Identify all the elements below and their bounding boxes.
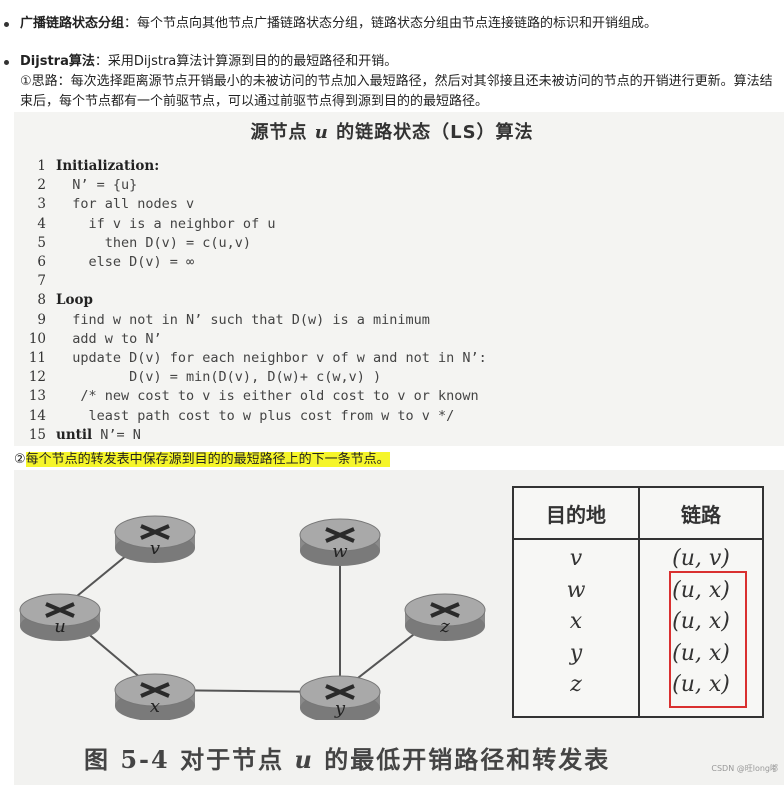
bullet-term: Dijstra算法 <box>20 54 95 69</box>
table-header-link: 链路 <box>638 486 764 540</box>
line-number: 3 <box>37 196 46 213</box>
code-line: 7 <box>22 273 56 292</box>
line-number: 12 <box>28 369 46 386</box>
bullet-dot <box>4 22 9 27</box>
figure-caption: 图 5-4 对于节点 u 的最低开销路径和转发表 <box>84 745 611 774</box>
code-text: least path cost to w plus cost from w to… <box>56 407 455 424</box>
highlighted-note: ②每个节点的转发表中保存源到目的的最短路径上的下一条节点。 <box>14 452 390 467</box>
code-text: if v is a neighbor of u <box>56 215 276 232</box>
code-line: 4 if v is a neighbor of u <box>22 216 275 235</box>
router-u-icon: u <box>19 593 101 641</box>
code-text: for all nodes v <box>56 196 195 213</box>
code-line: 3 for all nodes v <box>22 196 194 215</box>
line-number: 8 <box>37 292 46 309</box>
line-number: 1 <box>37 158 46 174</box>
line-number: 14 <box>28 407 46 424</box>
code-line: 14 least path cost to w plus cost from w… <box>22 408 454 427</box>
code-text: update D(v) for each neighbor v of w and… <box>56 350 487 366</box>
idea-line-2: 束后，每个节点都有一个前驱节点，可以通过前驱节点得到源到目的的最短路径。 <box>20 94 489 109</box>
router-v-icon: v <box>114 515 196 563</box>
router-label: z <box>439 616 450 637</box>
line-number: 13 <box>28 388 46 405</box>
table-cell-dest: v <box>569 546 583 571</box>
router-label: y <box>334 698 346 719</box>
code-line: 15 until N’= N <box>22 427 141 446</box>
code-line: 11 update D(v) for each neighbor v of w … <box>22 350 487 369</box>
line-number: 7 <box>37 273 46 290</box>
code-line: 9 find w not in N’ such that D(w) is a m… <box>22 311 430 331</box>
table-cell-dest: x <box>569 609 583 634</box>
code-text: else D(v) = ∞ <box>56 254 195 270</box>
idea-line-1: ①思路：每次选择距离源节点开销最小的未被访问的节点加入最短路径，然后对其邻接且还… <box>20 74 773 89</box>
bullet-text: ：每个节点向其他节点广播链路状态分组，链路状态分组由节点连接链路的标识和开销组成… <box>124 16 658 31</box>
code-keyword: until <box>56 426 93 443</box>
line-number: 9 <box>37 311 46 328</box>
router-w-icon: w <box>299 518 381 566</box>
code-keyword: Loop <box>56 292 93 309</box>
bullet-dot <box>4 60 9 65</box>
code-text: add w to N’ <box>56 330 162 347</box>
bullet-term: 广播链路状态分组 <box>20 16 125 31</box>
router-y-icon: y <box>299 675 381 720</box>
table-header-dest: 目的地 <box>512 486 640 540</box>
code-line: 13 /* new cost to v is either old cost t… <box>22 388 479 407</box>
code-line: 5 then D(v) = c(u,v) <box>22 235 251 254</box>
table-cell-dest: w <box>566 577 586 603</box>
line-number: 2 <box>37 177 46 194</box>
code-line: 10 add w to N’ <box>22 331 162 350</box>
line-number: 15 <box>28 426 46 443</box>
code-text: D(v) = min(D(v), D(w)+ c(w,v) ) <box>56 369 382 386</box>
table-cell-dest: z <box>570 672 582 697</box>
code-text: then D(v) = c(u,v) <box>56 234 252 251</box>
code-line: 8 Loop <box>22 292 93 311</box>
code-keyword: Initialization: <box>56 158 160 174</box>
router-label: x <box>150 696 160 717</box>
router-z-icon: z <box>404 593 486 641</box>
code-line: 1 Initialization: <box>22 158 159 177</box>
highlight-box <box>669 571 747 708</box>
algorithm-title: 源节点 u 的链路状态（LS）算法 <box>250 122 534 143</box>
line-number: 11 <box>28 350 46 366</box>
highlighted-text: 每个节点的转发表中保存源到目的的最短路径上的下一条节点。 <box>25 452 390 467</box>
line-number: 4 <box>37 215 46 232</box>
table-cell-dest: y <box>569 640 583 666</box>
code-text: find w not in N’ such that D(w) is a min… <box>56 311 430 328</box>
code-line: 2 N’ = {u} <box>22 177 137 196</box>
bullet-text: ：采用Dijstra算法计算源到目的的最短路径和开销。 <box>94 54 398 69</box>
code-line: 12 D(v) = min(D(v), D(w)+ c(w,v) ) <box>22 369 381 388</box>
csdn-watermark: CSDN @旺long嘟 <box>711 764 778 773</box>
code-text: N’= N <box>92 426 141 443</box>
router-x-icon: x <box>114 673 196 720</box>
code-text: N’ = {u} <box>56 177 138 194</box>
code-text: /* new cost to v is either old cost to v… <box>56 388 479 405</box>
network-graph: v w u z x y <box>19 515 486 720</box>
code-line: 6 else D(v) = ∞ <box>22 254 194 273</box>
router-label: u <box>54 616 66 637</box>
line-number: 6 <box>37 254 46 270</box>
line-number: 5 <box>37 234 46 251</box>
router-label: v <box>150 538 160 559</box>
line-number: 10 <box>28 330 46 347</box>
router-label: w <box>332 541 348 562</box>
